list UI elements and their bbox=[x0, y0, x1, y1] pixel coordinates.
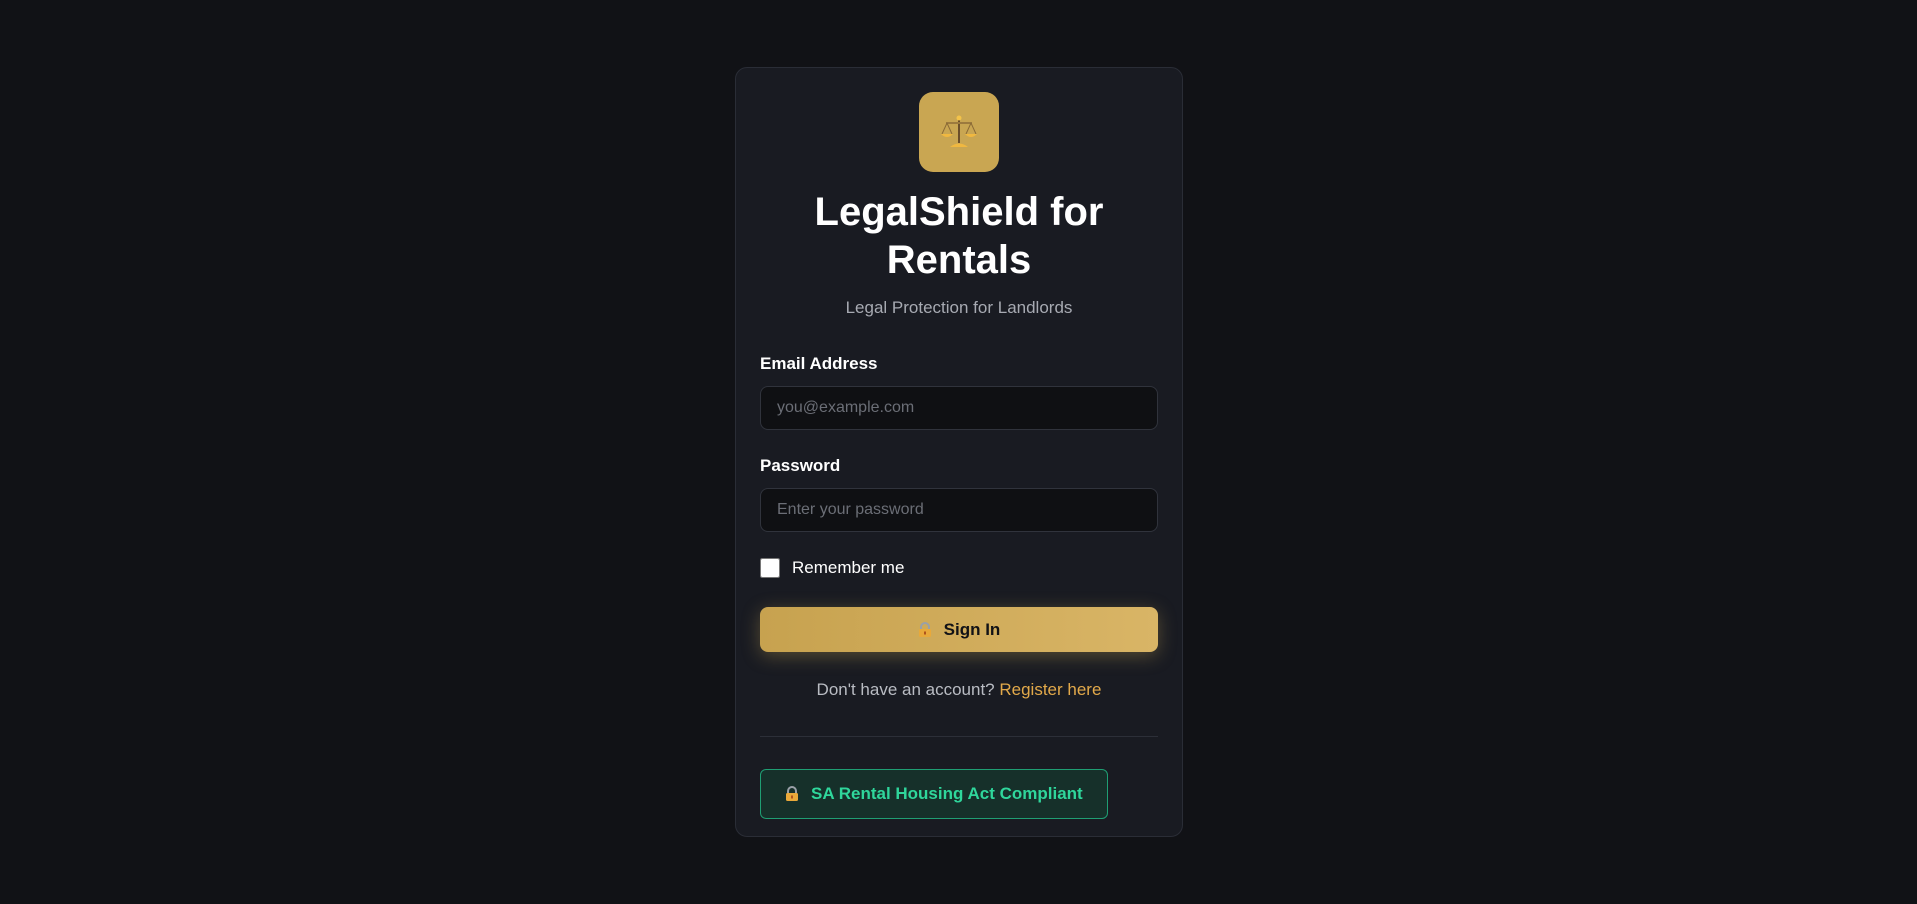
password-label: Password bbox=[760, 456, 841, 475]
email-field[interactable] bbox=[760, 386, 1158, 430]
logo bbox=[919, 92, 999, 172]
page-subtitle: Legal Protection for Landlords bbox=[845, 298, 1073, 317]
register-prompt-row: Don't have an account? Register here bbox=[760, 680, 1158, 700]
email-label: Email Address bbox=[760, 354, 878, 373]
page-title: LegalShield for Rentals bbox=[814, 190, 1104, 282]
divider bbox=[760, 736, 1158, 737]
compliance-label: SA Rental Housing Act Compliant bbox=[811, 784, 1083, 803]
scales-icon bbox=[941, 115, 977, 147]
register-prompt: Don't have an account? bbox=[816, 680, 995, 699]
lock-icon bbox=[785, 786, 799, 802]
remember-me-row: Remember me bbox=[760, 558, 1158, 578]
password-field[interactable] bbox=[760, 488, 1158, 532]
lock-icon bbox=[918, 621, 932, 638]
login-card: LegalShield for Rentals Legal Protection… bbox=[735, 67, 1183, 837]
register-link[interactable]: Register here bbox=[999, 680, 1101, 699]
sign-in-label: Sign In bbox=[943, 619, 1001, 639]
remember-me-checkbox[interactable] bbox=[760, 558, 780, 578]
compliance-badge: SA Rental Housing Act Compliant bbox=[760, 769, 1108, 819]
sign-in-button[interactable]: Sign In bbox=[760, 607, 1158, 652]
remember-me-label: Remember me bbox=[792, 558, 905, 577]
